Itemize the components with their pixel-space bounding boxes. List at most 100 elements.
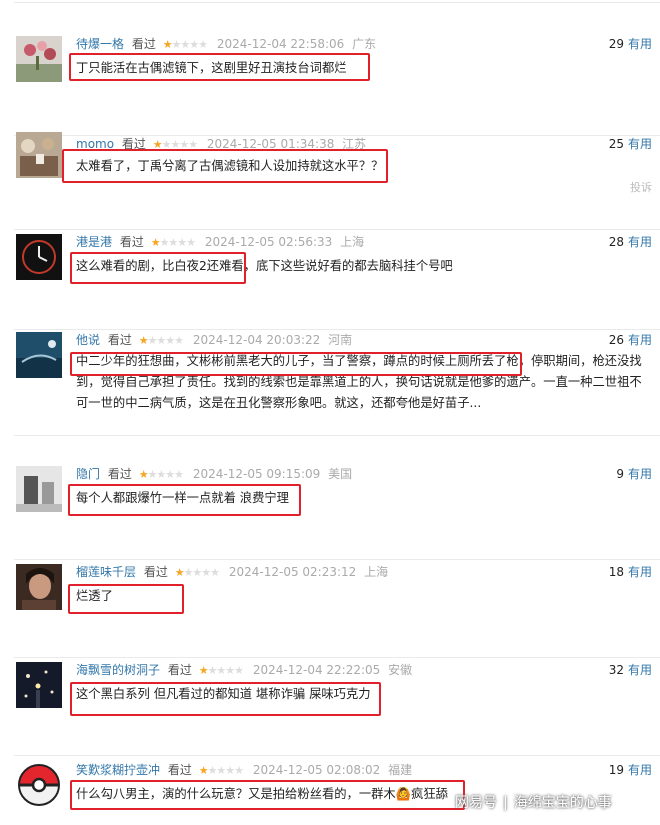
- useful-vote[interactable]: 28 有用: [609, 234, 652, 250]
- vote-count: 19: [608, 763, 624, 777]
- highlight-box: [70, 252, 246, 284]
- user-avatar[interactable]: [16, 662, 62, 708]
- user-avatar[interactable]: [16, 762, 62, 808]
- comment-divider: [14, 329, 660, 330]
- comment-meta: 港是港 看过 ★★★★★ 2024-12-05 02:56:33 上海: [76, 234, 364, 250]
- username-link[interactable]: 海飘雪的树洞子: [76, 663, 160, 677]
- watermark: 网易号 | 海绵宝宝的心事: [455, 792, 612, 812]
- comment-divider: [14, 755, 660, 756]
- highlight-box: [68, 584, 184, 614]
- rating-stars: ★★★★★: [138, 468, 184, 481]
- comment-time: 2024-12-05 02:56:33: [204, 235, 333, 249]
- rating-stars: ★★★★★: [150, 236, 196, 249]
- user-avatar[interactable]: [16, 332, 62, 378]
- useful-button[interactable]: 有用: [628, 763, 652, 777]
- watched-status: 看过: [107, 467, 132, 481]
- comment-location: 上海: [364, 565, 389, 579]
- comment-item: 港是港 看过 ★★★★★ 2024-12-05 02:56:33 上海 28 有用…: [0, 234, 660, 330]
- rating-stars: ★★★★★: [162, 38, 208, 51]
- rating-stars: ★★★★★: [198, 664, 244, 677]
- comment-time: 2024-12-04 22:58:06: [216, 37, 345, 51]
- useful-button[interactable]: 有用: [628, 333, 652, 347]
- watermark-platform: 网易号: [455, 795, 497, 811]
- comment-meta: 笑歎浆糊拧壶冲 看过 ★★★★★ 2024-12-05 02:08:02 福建: [76, 762, 412, 778]
- username-link[interactable]: 港是港: [76, 235, 112, 249]
- comment-meta: 待爆一格 看过 ★★★★★ 2024-12-04 22:58:06 广东: [76, 36, 376, 52]
- username-link[interactable]: 他说: [76, 333, 100, 347]
- report-link[interactable]: 投诉: [630, 179, 652, 195]
- highlight-box: [69, 53, 370, 81]
- comment-item: 海飘雪的树洞子 看过 ★★★★★ 2024-12-04 22:22:05 安徽 …: [0, 662, 660, 756]
- comment-divider: [14, 229, 660, 230]
- ocean-avatar-icon: [16, 332, 62, 378]
- useful-vote[interactable]: 29 有用: [609, 36, 652, 52]
- useful-button[interactable]: 有用: [628, 137, 652, 151]
- comment-meta: 榴莲味千层 看过 ★★★★★ 2024-12-05 02:23:12 上海: [76, 564, 388, 580]
- vote-count: 32: [608, 663, 624, 677]
- vote-count: 25: [608, 137, 624, 151]
- vote-count: 18: [608, 565, 624, 579]
- comment-item: 隐门 看过 ★★★★★ 2024-12-05 09:15:09 美国 9 有用 每…: [0, 466, 660, 560]
- useful-button[interactable]: 有用: [628, 37, 652, 51]
- comment-location: 美国: [328, 467, 353, 481]
- watched-status: 看过: [167, 663, 192, 677]
- comment-time: 2024-12-05 09:15:09: [192, 467, 321, 481]
- comment-location: 福建: [388, 763, 413, 777]
- username-link[interactable]: 笑歎浆糊拧壶冲: [76, 763, 160, 777]
- watched-status: 看过: [119, 235, 144, 249]
- cafe-avatar-icon: [16, 132, 62, 178]
- useful-button[interactable]: 有用: [628, 235, 652, 249]
- comment-meta: 隐门 看过 ★★★★★ 2024-12-05 09:15:09 美国: [76, 466, 352, 482]
- highlight-box: [70, 682, 381, 716]
- highlight-box: [68, 484, 301, 516]
- highlight-box: [70, 780, 465, 810]
- vote-count: 9: [616, 467, 624, 481]
- top-divider: [14, 2, 660, 3]
- useful-vote[interactable]: 9 有用: [616, 466, 652, 482]
- comment-location: 河南: [328, 333, 353, 347]
- comment-item: momo 看过 ★★★★★ 2024-12-05 01:34:38 江苏 25 有…: [0, 132, 660, 230]
- comment-divider: [14, 559, 660, 560]
- username-link[interactable]: 隐门: [76, 467, 100, 481]
- portrait-avatar-icon: [16, 564, 62, 610]
- comment-time: 2024-12-05 02:23:12: [228, 565, 357, 579]
- useful-vote[interactable]: 18 有用: [609, 564, 652, 580]
- useful-button[interactable]: 有用: [628, 663, 652, 677]
- watermark-separator: |: [503, 795, 508, 811]
- comment-meta: 海飘雪的树洞子 看过 ★★★★★ 2024-12-04 22:22:05 安徽: [76, 662, 412, 678]
- watched-status: 看过: [143, 565, 168, 579]
- watched-status: 看过: [131, 37, 156, 51]
- comment-meta: 他说 看过 ★★★★★ 2024-12-04 20:03:22 河南: [76, 332, 352, 348]
- comment-location: 广东: [352, 37, 377, 51]
- vote-count: 28: [608, 235, 624, 249]
- watched-status: 看过: [107, 333, 132, 347]
- user-avatar[interactable]: [16, 132, 62, 178]
- pokeball-avatar-icon: [16, 762, 62, 808]
- rating-stars: ★★★★★: [198, 764, 244, 777]
- watched-status: 看过: [167, 763, 192, 777]
- useful-button[interactable]: 有用: [628, 565, 652, 579]
- useful-vote[interactable]: 32 有用: [609, 662, 652, 678]
- user-avatar[interactable]: [16, 564, 62, 610]
- rating-stars: ★★★★★: [138, 334, 184, 347]
- username-link[interactable]: 待爆一格: [76, 37, 124, 51]
- useful-vote[interactable]: 19 有用: [609, 762, 652, 778]
- user-avatar[interactable]: [16, 36, 62, 82]
- clock-avatar-icon: [16, 234, 62, 280]
- useful-button[interactable]: 有用: [628, 467, 652, 481]
- user-avatar[interactable]: [16, 234, 62, 280]
- comment-location: 安徽: [388, 663, 413, 677]
- highlight-box: [62, 149, 388, 183]
- username-link[interactable]: 榴莲味千层: [76, 565, 136, 579]
- comment-divider: [14, 657, 660, 658]
- user-avatar[interactable]: [16, 466, 62, 512]
- comment-item: 待爆一格 看过 ★★★★★ 2024-12-04 22:58:06 广东 29 有…: [0, 36, 660, 136]
- useful-vote[interactable]: 25 有用: [609, 136, 652, 152]
- comment-divider: [14, 435, 660, 436]
- sparkle-avatar-icon: [16, 662, 62, 708]
- flowers-avatar-icon: [16, 36, 62, 82]
- rating-stars: ★★★★★: [174, 566, 220, 579]
- comment-item: 他说 看过 ★★★★★ 2024-12-04 20:03:22 河南 26 有用 …: [0, 332, 660, 436]
- comment-time: 2024-12-05 02:08:02: [252, 763, 381, 777]
- useful-vote[interactable]: 26 有用: [609, 332, 652, 348]
